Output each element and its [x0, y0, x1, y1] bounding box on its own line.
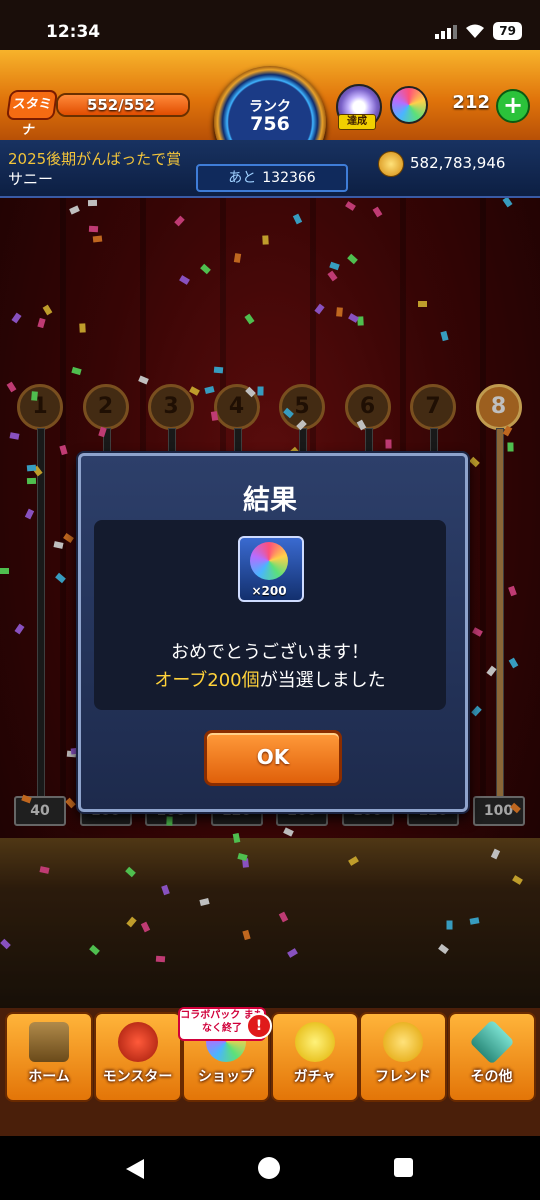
stamina-value: 552/552: [86, 96, 156, 114]
rank-value: 756: [250, 113, 290, 135]
gacha-icon: [294, 1022, 335, 1062]
monster-icon: [117, 1022, 158, 1062]
ok-button[interactable]: OK: [204, 730, 342, 786]
orb-icon: [390, 86, 428, 124]
nav-button-4[interactable]: ガチャ: [270, 1012, 359, 1102]
win-message-rest: が当選しました: [259, 670, 386, 691]
recents-icon[interactable]: [394, 1158, 413, 1177]
prize-orb-icon: [250, 542, 288, 580]
nav-label: モンスター: [102, 1069, 173, 1085]
nav-label: ショップ: [198, 1069, 254, 1085]
add-orb-button[interactable]: +: [496, 89, 530, 123]
nav-label: ガチャ: [293, 1069, 336, 1085]
prize-count: ×200: [251, 584, 287, 598]
mission-label: 達成: [338, 114, 376, 130]
gold-amount: 582,783,946: [410, 154, 506, 172]
other-icon: [468, 1019, 515, 1065]
home-circle-icon[interactable]: [258, 1157, 280, 1179]
wifi-icon: [466, 24, 485, 38]
win-highlight: オーブ200個: [154, 670, 260, 691]
status-clock: 12:34: [46, 22, 101, 42]
next-rank-label: あと: [228, 170, 257, 186]
next-rank-exp: あと 132366: [196, 164, 348, 192]
nav-label: フレンド: [375, 1069, 431, 1085]
next-rank-value: 132366: [262, 170, 316, 186]
status-icons: 79: [435, 22, 522, 40]
friend-icon: [383, 1022, 423, 1062]
win-message: オーブ200個が当選しました: [94, 666, 446, 692]
battery-indicator: 79: [493, 22, 522, 40]
nav-button-2[interactable]: モンスター: [93, 1012, 182, 1102]
nav-button-6[interactable]: その他: [447, 1012, 536, 1102]
gold-coin-icon: [378, 151, 404, 177]
nav-button-5[interactable]: フレンド: [359, 1012, 447, 1102]
nav-button-1[interactable]: ホーム: [5, 1012, 93, 1102]
nav-label: ホーム: [28, 1069, 70, 1085]
orb-count: 212: [452, 92, 490, 113]
stamina-icon: スタミナ: [5, 90, 59, 138]
congrats-message: おめでとうございます！: [171, 642, 369, 663]
player-name: サニー: [8, 170, 54, 188]
nav-label: その他: [470, 1069, 513, 1085]
player-title: 2025後期がんばったで賞: [8, 150, 182, 168]
back-icon[interactable]: [126, 1159, 144, 1179]
signal-icon: [435, 23, 458, 39]
home-icon: [29, 1022, 69, 1062]
dialog-title: 結果: [243, 485, 297, 516]
alert-icon: !: [246, 1013, 272, 1039]
